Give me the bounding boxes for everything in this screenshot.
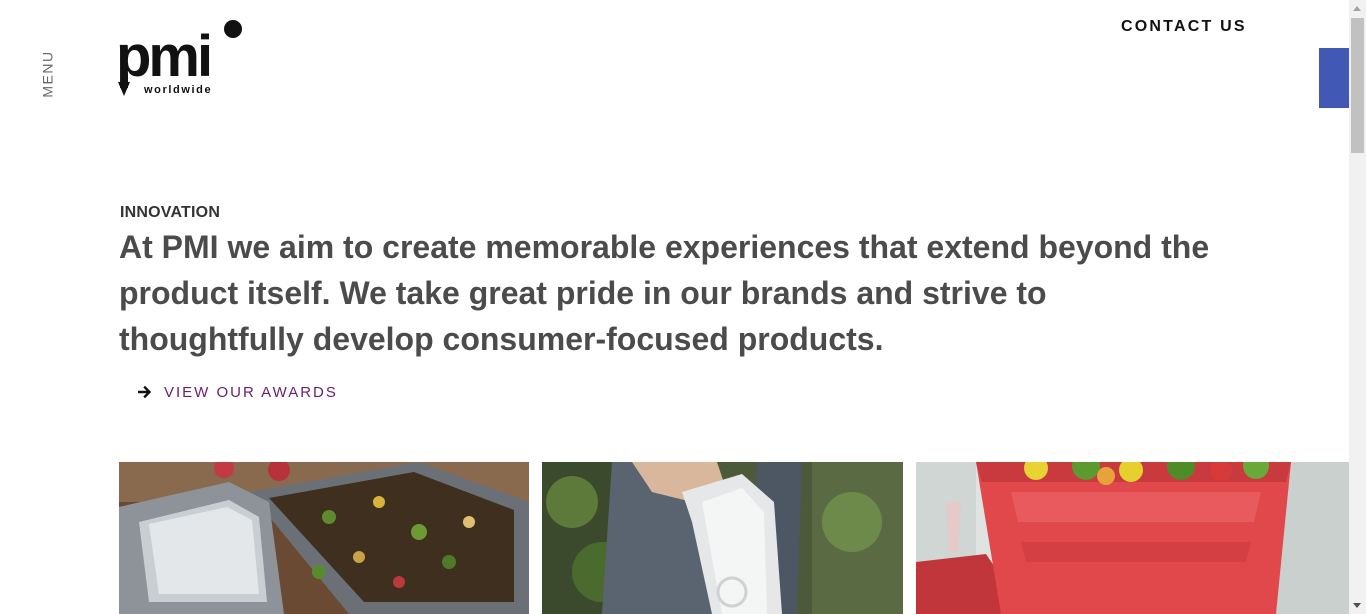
hero-headline: At PMI we aim to create memorable experi… bbox=[119, 229, 1210, 357]
scroll-up-icon[interactable] bbox=[1353, 6, 1361, 11]
gallery-tile-food-tray[interactable] bbox=[119, 462, 529, 614]
menu-label: MENU bbox=[40, 50, 57, 98]
gallery-tile-salad-bowl[interactable] bbox=[916, 462, 1349, 614]
side-tab-button[interactable] bbox=[1319, 48, 1349, 108]
logo-word: pmi bbox=[116, 24, 213, 89]
scroll-down-icon[interactable] bbox=[1353, 603, 1361, 608]
arrow-right-icon bbox=[138, 385, 152, 399]
view-awards-label: VIEW OUR AWARDS bbox=[164, 383, 338, 401]
scrollbar-thumb[interactable] bbox=[1351, 18, 1364, 153]
logo-dot bbox=[224, 20, 242, 38]
pmi-logo[interactable]: pmi worldwide bbox=[116, 18, 246, 100]
contact-us-link[interactable]: CONTACT US bbox=[1121, 18, 1247, 36]
water-bottle-image bbox=[542, 462, 903, 614]
salad-bowl-image bbox=[916, 462, 1349, 614]
vertical-scrollbar[interactable] bbox=[1349, 0, 1366, 614]
menu-button[interactable]: MENU bbox=[28, 50, 68, 98]
view-awards-link[interactable]: VIEW OUR AWARDS bbox=[138, 381, 338, 403]
section-eyebrow: INNOVATION bbox=[120, 204, 221, 221]
product-gallery bbox=[119, 462, 1349, 614]
logo-subtitle: worldwide bbox=[144, 84, 213, 96]
food-storage-tray-image bbox=[119, 462, 529, 614]
gallery-tile-water-bottle[interactable] bbox=[542, 462, 903, 614]
logo-tail bbox=[118, 82, 130, 96]
